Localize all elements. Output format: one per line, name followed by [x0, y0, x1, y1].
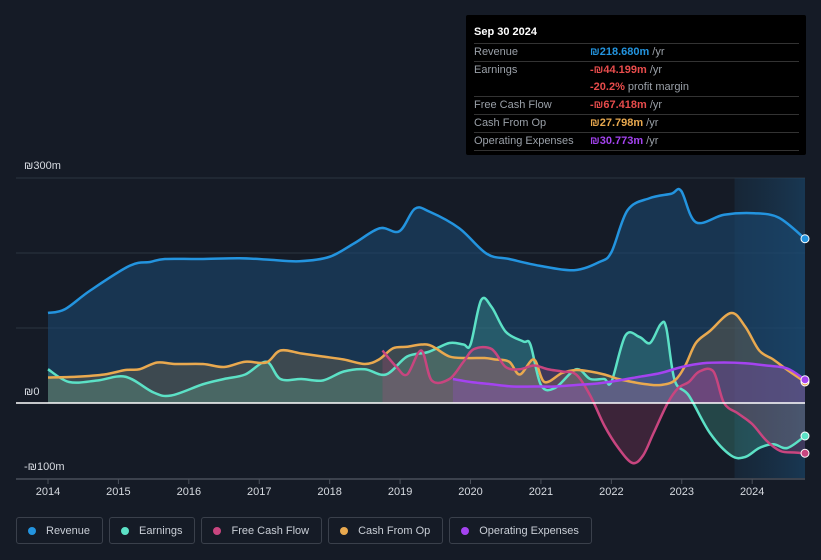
tooltip-row: Free Cash Flow -₪67.418m/yr — [474, 97, 799, 115]
x-tick-label: 2014 — [36, 486, 60, 498]
tooltip-row-unit: profit margin — [627, 81, 689, 93]
tooltip-row-label: Operating Expenses — [474, 135, 574, 147]
legend-item-cash-from-op[interactable]: Cash From Op — [328, 517, 444, 544]
y-tick-label: -₪100m — [24, 461, 65, 473]
tooltip-row-label: Revenue — [474, 46, 519, 58]
legend-dot-icon — [28, 526, 36, 535]
x-tick-label: 2015 — [106, 486, 130, 498]
tooltip-row: Operating Expenses ₪30.773m/yr — [474, 133, 799, 151]
x-tick-label: 2019 — [388, 486, 412, 498]
tooltip-row: Revenue ₪218.680m/yr — [474, 44, 799, 62]
tooltip-row-value: -₪44.199m — [590, 64, 647, 76]
tooltip-row-unit: /yr — [649, 99, 663, 111]
legend-item-earnings[interactable]: Earnings — [109, 517, 196, 544]
tooltip-row-unit: /yr — [652, 46, 665, 58]
operating-expenses-end-dot — [800, 375, 810, 385]
x-tick-label: 2020 — [458, 486, 482, 498]
legend-label: Free Cash Flow — [231, 524, 310, 537]
legend-item-free-cash-flow[interactable]: Free Cash Flow — [201, 517, 323, 544]
tooltip-row-value: ₪27.798m — [590, 117, 644, 129]
earnings-end-dot — [800, 431, 810, 441]
tooltip-row-label — [474, 79, 590, 96]
y-tick-label: ₪0 — [24, 386, 39, 398]
tooltip-row: Cash From Op ₪27.798m/yr — [474, 115, 799, 133]
tooltip-row: -20.2% profit margin — [474, 79, 799, 97]
x-tick-label: 2016 — [177, 486, 201, 498]
tooltip-row-label: Cash From Op — [474, 117, 547, 129]
tooltip-rows: Revenue ₪218.680m/yr Earnings -₪44.199m/yr -… — [474, 44, 799, 151]
revenue-end-dot — [800, 234, 810, 244]
x-tick-label: 2023 — [670, 486, 694, 498]
tooltip-row: Earnings -₪44.199m/yr — [474, 62, 799, 79]
tooltip-row-unit: /yr — [649, 64, 663, 76]
legend-item-operating-expenses[interactable]: Operating Expenses — [449, 517, 592, 544]
y-tick-label: ₪300m — [24, 160, 61, 172]
tooltip-row-value: -20.2% — [590, 81, 625, 93]
legend-dot-icon — [461, 526, 470, 535]
x-tick-label: 2021 — [529, 486, 553, 498]
legend-dot-icon — [213, 526, 222, 535]
legend-dot-icon — [121, 526, 130, 535]
series-areas — [48, 189, 805, 464]
tooltip-row-unit: /yr — [646, 117, 659, 129]
tooltip-row-value: ₪30.773m — [590, 135, 644, 147]
legend-label: Earnings — [139, 524, 183, 537]
legend: Revenue Earnings Free Cash Flow Cash From O… — [16, 517, 592, 544]
free-cash-flow-end-dot — [800, 448, 810, 458]
legend-label: Revenue — [46, 524, 91, 537]
legend-item-revenue[interactable]: Revenue — [16, 517, 104, 544]
tooltip-row-value: ₪218.680m — [590, 46, 650, 58]
x-tick-label: 2024 — [740, 486, 764, 498]
x-axis-ticks: 2014 2015 2016 2017 2018 2019 2020 2021 2022 2023… — [36, 479, 764, 498]
tooltip-row-value: -₪67.418m — [590, 99, 647, 111]
tooltip-date: Sep 30 2024 — [474, 23, 799, 44]
tooltip-row-label: Earnings — [474, 64, 518, 76]
x-tick-label: 2017 — [247, 486, 271, 498]
x-tick-label: 2022 — [599, 486, 623, 498]
legend-label: Cash From Op — [358, 524, 431, 537]
x-tick-label: 2018 — [317, 486, 341, 498]
legend-dot-icon — [340, 526, 349, 535]
tooltip-row-unit: /yr — [646, 135, 659, 147]
legend-label: Operating Expenses — [479, 524, 579, 537]
tooltip-panel: Sep 30 2024 Revenue ₪218.680m/yr Earnings -… — [466, 15, 806, 155]
tooltip-row-label: Free Cash Flow — [474, 99, 552, 111]
